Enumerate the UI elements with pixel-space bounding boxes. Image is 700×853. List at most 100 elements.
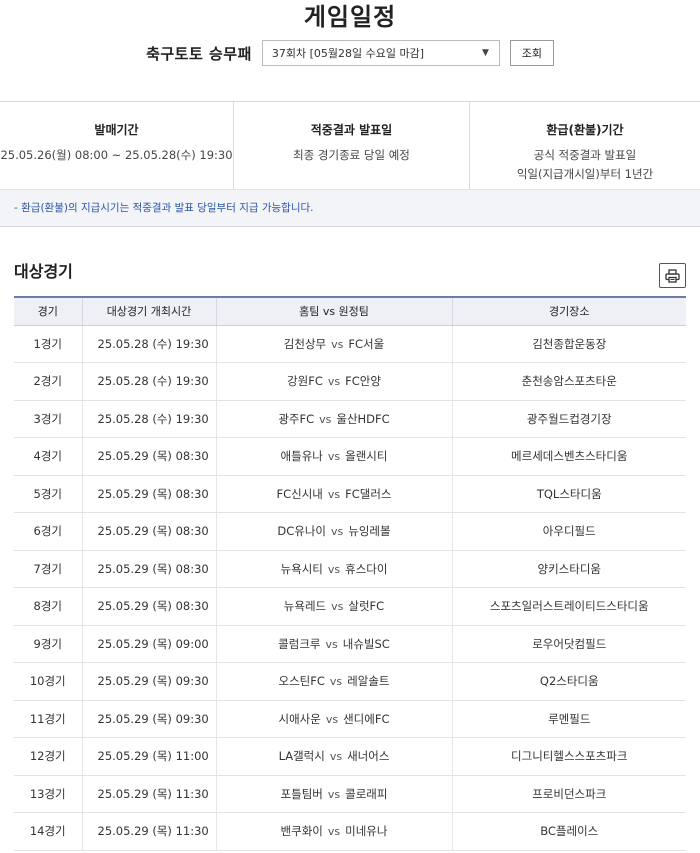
- vs-label: vs: [327, 825, 341, 839]
- home-team: 포틀팀버: [280, 786, 323, 801]
- venue: 루멘필드: [451, 700, 686, 738]
- venue: BC플레이스: [451, 812, 686, 851]
- refund-notice: - 환급(환불)의 지급시기는 적중결과 발표 당일부터 지급 가능합니다.: [0, 190, 700, 227]
- header-match-time: 대상경기 개최시간: [81, 296, 216, 326]
- vs-label: vs: [331, 600, 344, 614]
- away-team: 살럿FC: [348, 599, 385, 614]
- venue: 춘천송암스포츠타운: [451, 362, 686, 401]
- game-no: 3경기: [14, 400, 82, 438]
- match-teams: 강원FC vs FC안양: [215, 362, 452, 401]
- refund-period-label: 환급(환불)기간: [546, 123, 624, 137]
- match-teams: 시애사운 vs 샌디에FC: [215, 700, 452, 738]
- game-no: 14경기: [14, 812, 82, 851]
- sale-period-value: 25.05.26(월) 08:00 ~ 25.05.28(수) 19:30: [0, 148, 233, 162]
- game-no: 10경기: [14, 662, 82, 701]
- away-team: 뉴잉레볼: [348, 524, 391, 539]
- vs-label: vs: [327, 487, 341, 501]
- match-time: 25.05.29 (목) 09:00: [81, 625, 216, 663]
- refund-period-cell: 환급(환불)기간 공식 적중결과 발표일 익일(지급개시일)부터 1년간: [469, 102, 700, 189]
- match-time: 25.05.29 (목) 11:30: [81, 775, 216, 813]
- venue: 메르세데스벤츠스타디움: [451, 437, 686, 476]
- round-select-value: 37회차 [05월28일 수요일 마감]: [271, 47, 425, 60]
- table-row: 1경기 25.05.28 (수) 19:30 김천상무 vs FC서울 김천종합운동장: [14, 325, 686, 363]
- home-team: 시애사운: [278, 711, 321, 726]
- match-time: 25.05.28 (수) 19:30: [81, 362, 216, 401]
- vs-label: vs: [327, 450, 341, 464]
- match-time: 25.05.29 (목) 11:30: [81, 812, 216, 851]
- game-name: 축구토토 승무패: [146, 44, 252, 63]
- venue: Q2스타디움: [451, 662, 686, 701]
- game-no: 13경기: [14, 775, 82, 813]
- match-time: 25.05.29 (목) 08:30: [81, 587, 216, 626]
- match-table: 경기 대상경기 개최시간 홈팀 vs 원정팀 경기장소 1경기 25.05.28 …: [14, 296, 686, 851]
- game-no: 4경기: [14, 437, 82, 476]
- match-teams: 김천상무 vs FC서울: [215, 325, 452, 363]
- venue: 스포츠일러스트레이티드스타디움: [451, 587, 686, 626]
- match-time: 25.05.28 (수) 19:30: [81, 325, 216, 363]
- result-date-value: 최종 경기종료 당일 예정: [293, 148, 410, 162]
- match-teams: 뉴욕시티 vs 휴스다이: [215, 550, 452, 588]
- match-teams: LA갤럭시 vs 새너어스: [215, 737, 452, 776]
- home-team: 애틀유나: [280, 449, 323, 464]
- home-team: 김천상무: [283, 336, 327, 351]
- vs-label: vs: [331, 337, 344, 351]
- match-teams: 오스틴FC vs 레알솔트: [215, 662, 452, 701]
- match-teams: 광주FC vs 울산HDFC: [215, 400, 452, 438]
- match-teams: FC신시내 vs FC댈러스: [215, 475, 452, 513]
- venue: 로우어닷컴필드: [451, 625, 686, 663]
- away-team: FC댈러스: [345, 486, 392, 501]
- table-row: 9경기 25.05.29 (목) 09:00 콜럼크루 vs 내슈빌SC 로우어닷컴필드: [14, 625, 686, 663]
- match-teams: 밴쿠화이 vs 미네유나: [215, 812, 452, 851]
- match-teams: 애틀유나 vs 올랜시티: [215, 437, 452, 476]
- away-team: FC안양: [345, 374, 381, 389]
- game-no: 2경기: [14, 362, 82, 401]
- game-no: 6경기: [14, 512, 82, 551]
- venue: 디그니티헬스스포츠파크: [451, 737, 686, 776]
- vs-label: vs: [319, 412, 332, 426]
- table-row: 13경기 25.05.29 (목) 11:30 포틀팀버 vs 콜로래피 프로비던스파크: [14, 775, 686, 813]
- header-game-no: 경기: [14, 296, 82, 326]
- away-team: FC서울: [348, 336, 385, 351]
- match-teams: 뉴욕레드 vs 살럿FC: [215, 587, 452, 626]
- table-row: 14경기 25.05.29 (목) 11:30 밴쿠화이 vs 미네유나 BC플레이스: [14, 812, 686, 851]
- vs-label: vs: [327, 787, 341, 801]
- vs-label: vs: [327, 562, 341, 576]
- table-row: 10경기 25.05.29 (목) 09:30 오스틴FC vs 레알솔트 Q2스타디움: [14, 662, 686, 701]
- search-button[interactable]: 조회: [509, 40, 554, 66]
- vs-label: vs: [329, 750, 343, 764]
- vs-label: vs: [329, 675, 343, 689]
- table-row: 12경기 25.05.29 (목) 11:00 LA갤럭시 vs 새너어스 디그니티헬스스…: [14, 737, 686, 776]
- match-time: 25.05.29 (목) 08:30: [81, 475, 216, 513]
- match-teams: 포틀팀버 vs 콜로래피: [215, 775, 452, 813]
- table-row: 4경기 25.05.29 (목) 08:30 애틀유나 vs 올랜시티 메르세데스벤츠스타…: [14, 437, 686, 476]
- header-teams: 홈팀 vs 원정팀: [215, 296, 452, 326]
- game-no: 1경기: [14, 325, 82, 363]
- page-title: 게임일정: [303, 3, 397, 31]
- table-row: 8경기 25.05.29 (목) 08:30 뉴욕레드 vs 살럿FC 스포츠일러스트레이…: [14, 587, 686, 626]
- refund-period-line1: 공식 적중결과 발표일: [533, 148, 637, 162]
- match-time: 25.05.29 (목) 09:30: [81, 662, 216, 701]
- match-time: 25.05.29 (목) 09:30: [81, 700, 216, 738]
- round-select[interactable]: 37회차 [05월28일 수요일 마감] ▼: [261, 40, 500, 66]
- game-no: 8경기: [14, 587, 82, 626]
- vs-label: vs: [331, 525, 344, 539]
- home-team: 콜럼크루: [278, 636, 321, 651]
- print-button[interactable]: [659, 263, 686, 288]
- match-time: 25.05.29 (목) 08:30: [81, 437, 216, 476]
- vs-label: vs: [325, 637, 338, 651]
- section-title: 대상경기: [14, 262, 73, 281]
- venue: 양키스타디움: [451, 550, 686, 588]
- table-row: 7경기 25.05.29 (목) 08:30 뉴욕시티 vs 휴스다이 양키스타디움: [14, 550, 686, 588]
- match-time: 25.05.29 (목) 08:30: [81, 550, 216, 588]
- vs-label: vs: [325, 712, 339, 726]
- away-team: 미네유나: [345, 824, 388, 839]
- away-team: 울산HDFC: [336, 411, 390, 426]
- away-team: 콜로래피: [345, 786, 388, 801]
- header-venue: 경기장소: [451, 296, 686, 326]
- table-row: 3경기 25.05.28 (수) 19:30 광주FC vs 울산HDFC 광주월드컵경기…: [14, 400, 686, 438]
- vs-label: vs: [327, 375, 341, 389]
- game-no: 5경기: [14, 475, 82, 513]
- game-no: 12경기: [14, 737, 82, 776]
- game-no: 9경기: [14, 625, 82, 663]
- match-time: 25.05.29 (목) 11:00: [81, 737, 216, 776]
